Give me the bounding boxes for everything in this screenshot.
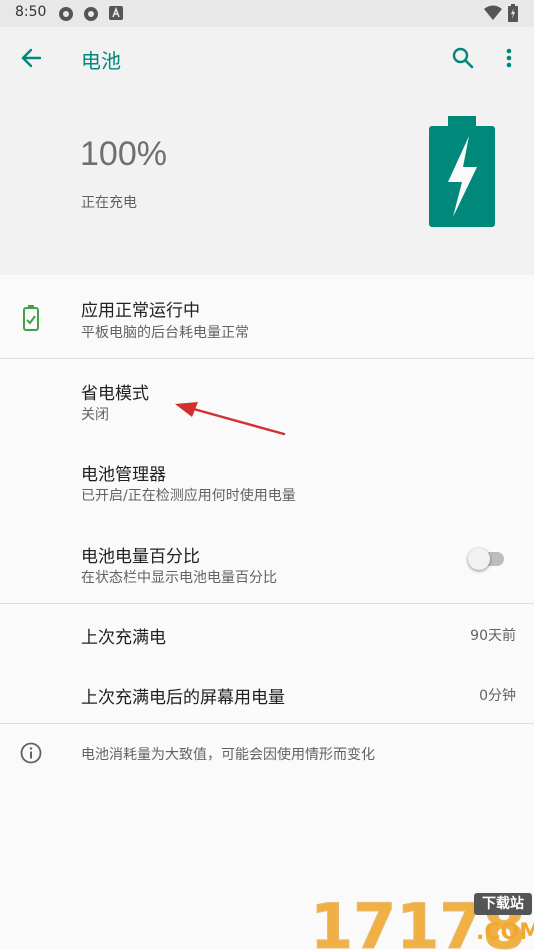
watermark-domain: .COM: [476, 920, 534, 945]
battery-level: 100%: [80, 135, 167, 173]
status-bar: 8:50: [0, 0, 534, 27]
last-full-charge-value: 90天前: [470, 628, 516, 644]
battery-percent-subtitle: 在状态栏中显示电池电量百分比: [81, 570, 277, 586]
battery-manager-title: 电池管理器: [81, 465, 166, 485]
battery-saver-subtitle: 关闭: [81, 407, 109, 423]
battery-manager-row[interactable]: 电池管理器 已开启/正在检测应用何时使用电量: [0, 441, 534, 523]
app-bar: 电池: [0, 27, 534, 89]
battery-ok-icon: [23, 305, 39, 331]
more-vert-icon[interactable]: [505, 47, 513, 69]
info-icon: [20, 742, 42, 764]
battery-percent-row[interactable]: 电池电量百分比 在状态栏中显示电池电量百分比: [0, 523, 534, 603]
app-status-row[interactable]: 应用正常运行中 平板电脑的后台耗电量正常: [0, 276, 534, 358]
footer-note: 电池消耗量为大致值，可能会因使用情形而变化: [81, 747, 375, 763]
battery-percent-title: 电池电量百分比: [81, 547, 200, 567]
battery-header: 100% 正在充电: [0, 89, 534, 275]
battery-saver-title: 省电模式: [81, 384, 149, 404]
gear-icon: [84, 7, 98, 21]
toggle-thumb: [468, 548, 490, 570]
status-time: 8:50: [15, 4, 47, 20]
screen-usage-row[interactable]: 上次充满电后的屏幕用电量 0分钟: [0, 664, 534, 724]
notification-a-icon: [109, 6, 123, 20]
app-status-subtitle: 平板电脑的后台耗电量正常: [81, 325, 249, 341]
app-status-title: 应用正常运行中: [81, 301, 200, 321]
last-full-charge-row[interactable]: 上次充满电 90天前: [0, 604, 534, 664]
screen-usage-value: 0分钟: [479, 688, 516, 704]
wifi-icon: [484, 5, 502, 20]
battery-charging-icon: [508, 4, 518, 22]
battery-percent-toggle[interactable]: [468, 548, 504, 570]
page-title: 电池: [81, 49, 121, 73]
search-icon[interactable]: [451, 46, 475, 70]
divider: [0, 723, 534, 724]
watermark-badge: 下载站: [474, 893, 532, 915]
watermark-logo: 17178 下载站 .COM: [310, 890, 534, 950]
last-full-charge-title: 上次充满电: [81, 628, 166, 648]
charging-status: 正在充电: [81, 195, 137, 211]
screen-usage-title: 上次充满电后的屏幕用电量: [81, 688, 285, 708]
back-arrow-icon[interactable]: [20, 47, 42, 69]
battery-manager-subtitle: 已开启/正在检测应用何时使用电量: [81, 488, 296, 504]
annotation-arrow: [175, 402, 286, 436]
gear-icon: [59, 7, 73, 21]
battery-charging-icon: [429, 116, 495, 227]
